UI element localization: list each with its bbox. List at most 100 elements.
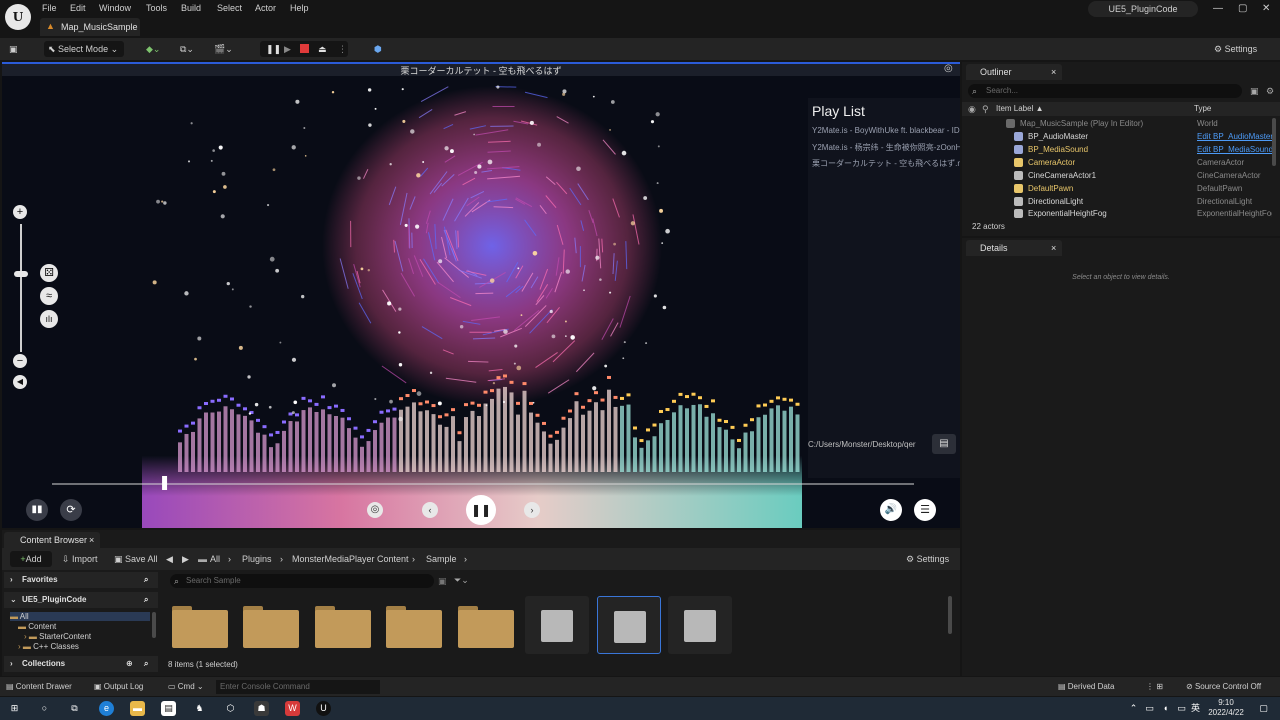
close-tab-icon[interactable]: ×: [1051, 240, 1056, 256]
outliner-row[interactable]: DefaultPawn DefaultPawn: [962, 183, 1272, 195]
unreal-engine-icon[interactable]: U: [316, 701, 331, 716]
outliner-row-world[interactable]: Map_MusicSample (Play In Editor) World: [962, 118, 1272, 130]
unity-icon[interactable]: ⬡: [223, 701, 238, 716]
menu-window[interactable]: Window: [99, 3, 131, 13]
wps-icon[interactable]: W: [285, 701, 300, 716]
menu-tools[interactable]: Tools: [146, 3, 167, 13]
zoom-in-icon[interactable]: +: [13, 205, 27, 219]
folder-path-field[interactable]: C:/Users/Monster/Desktop/qer: [808, 438, 928, 452]
asset-folder[interactable]: [382, 596, 446, 654]
windows-start-icon[interactable]: ⊞: [7, 701, 22, 716]
menu-build[interactable]: Build: [181, 3, 201, 13]
level-viewport[interactable]: 栗コーダーカルテット - 空も飛べるはず ◎ + − ◀ ⚄ ≈ ılı Pla…: [2, 62, 960, 528]
save-icon[interactable]: ▣: [9, 41, 23, 57]
outliner-tab[interactable]: Outliner ×: [966, 64, 1062, 80]
game-icon[interactable]: ☗: [254, 701, 269, 716]
asset-folder[interactable]: [454, 596, 518, 654]
network-icon[interactable]: ▭: [1174, 701, 1189, 716]
task-view-icon[interactable]: ⧉: [67, 701, 82, 716]
asset-folder[interactable]: [239, 596, 303, 654]
system-clock[interactable]: 9:10 2022/4/22: [1204, 698, 1248, 718]
add-actor-icon[interactable]: ◆⌄: [146, 41, 170, 57]
menu-help[interactable]: Help: [290, 3, 309, 13]
breadcrumb-plugin-content[interactable]: MonsterMediaPlayer Content: [292, 551, 409, 567]
save-search-icon[interactable]: ▣: [438, 576, 447, 587]
outliner-search-input[interactable]: Search...: [968, 84, 1242, 98]
pause-icon[interactable]: ❚❚: [266, 41, 281, 57]
zoom-slider[interactable]: [20, 224, 22, 352]
add-button[interactable]: +Add: [10, 551, 52, 567]
select-mode-dropdown[interactable]: ⬉ Select Mode ⌄: [44, 41, 124, 57]
file-explorer-icon[interactable]: ▬: [130, 701, 145, 716]
details-tab[interactable]: Details ×: [966, 240, 1062, 256]
menu-list-icon[interactable]: ☰: [914, 499, 936, 521]
platforms-icon[interactable]: ⬢: [374, 41, 388, 57]
next-icon[interactable]: ›: [524, 502, 540, 518]
revision-icon[interactable]: ⋮ ⊞: [1146, 680, 1163, 694]
seek-bar-knob[interactable]: [162, 476, 168, 490]
waveform-icon[interactable]: ılı: [40, 310, 58, 328]
outliner-row[interactable]: CineCameraActor1 CineCameraActor: [962, 170, 1272, 182]
breadcrumb-plugins[interactable]: Plugins: [242, 551, 272, 567]
stop-icon[interactable]: [300, 44, 309, 53]
equalizer-icon[interactable]: ▮▮: [26, 499, 48, 521]
output-log-button[interactable]: ▣ Output Log: [94, 680, 143, 694]
derived-data-button[interactable]: ▤ Derived Data: [1058, 680, 1114, 694]
asset-search-input[interactable]: Search Sample: [170, 574, 434, 588]
asset-texture[interactable]: [668, 596, 732, 654]
breadcrumb-all[interactable]: All: [210, 551, 220, 567]
search-icon[interactable]: ⌕: [144, 572, 148, 588]
zoom-out-icon[interactable]: −: [13, 354, 27, 368]
forward-icon[interactable]: ▶: [182, 551, 189, 567]
search-icon[interactable]: ⌕: [144, 656, 148, 672]
search-icon[interactable]: ○: [37, 701, 52, 716]
back-icon[interactable]: ◀: [166, 551, 173, 567]
outliner-settings-icon[interactable]: ⚙: [1266, 86, 1274, 97]
loop-icon[interactable]: ⟳: [60, 499, 82, 521]
menu-file[interactable]: File: [42, 3, 57, 13]
asset-texture-selected[interactable]: [597, 596, 661, 654]
project-section[interactable]: ⌄ UE5_PluginCode ⌕: [4, 592, 158, 608]
save-all-button[interactable]: ▣ Save All: [114, 551, 158, 567]
add-collection-icon[interactable]: ⊕: [126, 656, 133, 672]
ime-indicator[interactable]: 英: [1188, 701, 1203, 716]
tree-item-all[interactable]: ▬ All: [10, 612, 150, 621]
app-icon[interactable]: ♞: [192, 701, 207, 716]
console-input[interactable]: Enter Console Command: [216, 680, 380, 694]
cb-settings-button[interactable]: ⚙ Settings: [906, 551, 949, 567]
menu-edit[interactable]: Edit: [70, 3, 86, 13]
wave-icon[interactable]: ≈: [40, 287, 58, 305]
tray-app-icon[interactable]: ▭: [1142, 701, 1157, 716]
step-icon[interactable]: ▶: [284, 41, 291, 57]
minimize-icon[interactable]: —: [1213, 3, 1223, 14]
shuffle-icon[interactable]: ◎: [367, 502, 383, 518]
asset-folder[interactable]: [168, 596, 232, 654]
pin-icon[interactable]: ⚲: [982, 104, 989, 115]
asset-texture[interactable]: [525, 596, 589, 654]
outliner-row[interactable]: CameraActor CameraActor: [962, 157, 1272, 169]
playlist-item[interactable]: 栗コーダーカルテット - 空も飛べるはず.mp3: [812, 158, 960, 169]
edit-blueprint-link[interactable]: Edit BP_AudioMaster: [1197, 131, 1272, 143]
tree-scrollbar[interactable]: [152, 612, 156, 638]
close-tab-icon[interactable]: ×: [1051, 64, 1056, 80]
more-options-icon[interactable]: ⋮: [338, 41, 347, 57]
import-button[interactable]: ⇩ Import: [62, 551, 98, 567]
eject-icon[interactable]: ⏏: [318, 41, 327, 57]
outliner-row[interactable]: BP_AudioMaster Edit BP_AudioMaster: [962, 131, 1272, 143]
unreal-logo-icon[interactable]: U: [5, 4, 31, 30]
outliner-row[interactable]: DirectionalLight DirectionalLight: [962, 196, 1272, 208]
outliner-row[interactable]: BP_MediaSound Edit BP_MediaSound: [962, 144, 1272, 156]
asset-scrollbar[interactable]: [948, 596, 952, 634]
content-browser-tab[interactable]: Content Browser ×: [4, 532, 100, 548]
collections-section[interactable]: › Collections ⊕ ⌕: [4, 656, 158, 672]
open-folder-icon[interactable]: ▤: [932, 434, 956, 454]
col-type[interactable]: Type: [1194, 104, 1211, 113]
blueprint-icon[interactable]: ⧉⌄: [180, 41, 204, 57]
outliner-row[interactable]: ExponentialHeightFog ExponentialHeightFo…: [962, 208, 1272, 220]
pause-play-icon[interactable]: ❚❚: [466, 495, 496, 525]
mute-icon[interactable]: ◀: [13, 375, 27, 389]
outliner-scrollbar[interactable]: [1272, 118, 1276, 166]
store-icon[interactable]: ▤: [161, 701, 176, 716]
settings-button[interactable]: ⚙ Settings: [1214, 41, 1274, 57]
playlist-item[interactable]: Y2Mate.is - BoyWithUke ft. blackbear - I…: [812, 126, 960, 135]
